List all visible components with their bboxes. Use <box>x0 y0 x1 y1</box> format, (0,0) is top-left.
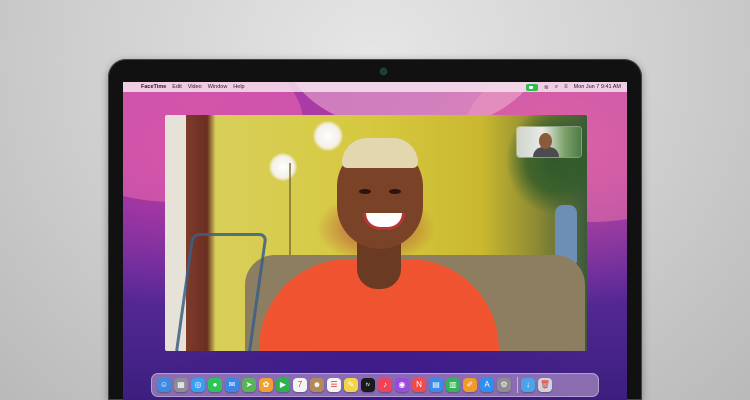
self-view-pip[interactable] <box>517 127 581 157</box>
control-center-icon[interactable]: ≡ <box>564 84 568 90</box>
dock-news-icon[interactable]: N <box>412 378 426 392</box>
spotlight-icon[interactable]: ⌕ <box>555 84 558 91</box>
dock-finder-icon[interactable]: ☺ <box>157 378 171 392</box>
dock-photos-icon[interactable]: ✿ <box>259 378 273 392</box>
remote-caller-video <box>249 125 509 351</box>
dock-pages-icon[interactable]: ✐ <box>463 378 477 392</box>
menu-clock[interactable]: Mon Jun 7 9:41 AM <box>574 84 621 90</box>
caller-eye <box>359 189 371 194</box>
menu-edit[interactable]: Edit <box>172 84 181 90</box>
menu-bar: FaceTime Edit Video Window Help ≋ ⌕ ≡ Mo… <box>123 82 627 92</box>
dock-launchpad-icon[interactable]: ▦ <box>174 378 188 392</box>
mac-screen: FaceTime Edit Video Window Help ≋ ⌕ ≡ Mo… <box>123 82 627 400</box>
caller-eye <box>389 189 401 194</box>
menu-app-name[interactable]: FaceTime <box>141 84 166 90</box>
dock-app-store-icon[interactable]: A <box>480 378 494 392</box>
menu-window[interactable]: Window <box>208 84 228 90</box>
caller-hair <box>342 138 418 168</box>
menu-video[interactable]: Video <box>188 84 202 90</box>
dock-notes-icon[interactable]: ✎ <box>344 378 358 392</box>
dock-system-preferences-icon[interactable]: ⚙ <box>497 378 511 392</box>
dock-mail-icon[interactable]: ✉ <box>225 378 239 392</box>
dock-facetime-icon[interactable]: ▶ <box>276 378 290 392</box>
webcam-indicator <box>381 69 386 74</box>
dock-safari-icon[interactable]: ◎ <box>191 378 205 392</box>
dock: ☺ ▦ ◎ ● ✉ ➤ ✿ ▶ 7 ☻ ☰ ✎ tv ♪ ◉ N ▤ ▥ ✐ A ⚙ ↓ 🗑 <box>151 373 599 397</box>
menu-help[interactable]: Help <box>233 84 244 90</box>
dock-messages-icon[interactable]: ● <box>208 378 222 392</box>
dock-tv-icon[interactable]: tv <box>361 378 375 392</box>
dock-separator <box>517 377 518 393</box>
status-area: ≋ ⌕ ≡ Mon Jun 7 9:41 AM <box>520 83 621 91</box>
dock-maps-icon[interactable]: ➤ <box>242 378 256 392</box>
camera-in-use-icon[interactable] <box>525 83 538 91</box>
dock-contacts-icon[interactable]: ☻ <box>310 378 324 392</box>
wifi-icon[interactable]: ≋ <box>544 84 549 91</box>
dock-downloads-icon[interactable]: ↓ <box>521 378 535 392</box>
dock-keynote-icon[interactable]: ▤ <box>429 378 443 392</box>
self-face <box>539 133 552 149</box>
facetime-video-window[interactable] <box>165 115 587 351</box>
dock-trash-icon[interactable]: 🗑 <box>538 378 552 392</box>
dock-reminders-icon[interactable]: ☰ <box>327 378 341 392</box>
dock-numbers-icon[interactable]: ▥ <box>446 378 460 392</box>
dock-calendar-icon[interactable]: 7 <box>293 378 307 392</box>
dock-music-icon[interactable]: ♪ <box>378 378 392 392</box>
dock-podcasts-icon[interactable]: ◉ <box>395 378 409 392</box>
